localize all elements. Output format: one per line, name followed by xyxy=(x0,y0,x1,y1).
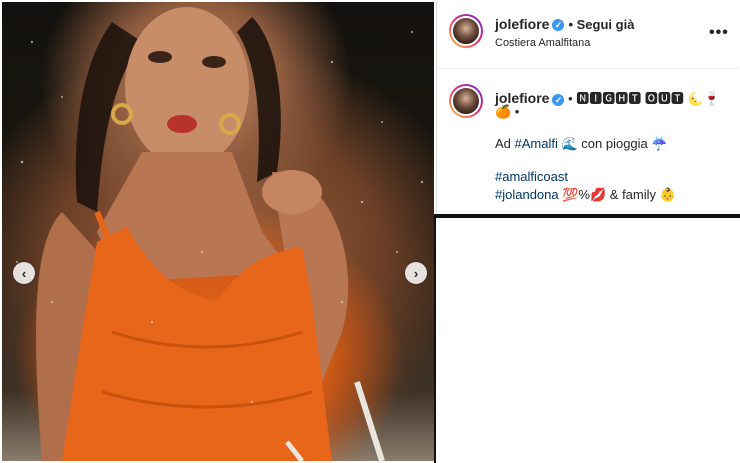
previous-photo-button[interactable]: ‹ xyxy=(13,262,35,284)
post-location[interactable]: Costiera Amalfitana xyxy=(495,37,590,49)
caption-line-4: #amalficoast xyxy=(495,169,568,184)
panel-frame-left xyxy=(434,218,436,463)
caption-text-family: 💯%💋 & family 👶 xyxy=(558,187,676,202)
post-header: jolefiore ✓ • Segui già xyxy=(495,16,634,34)
caption-line-3: Ad #Amalfi 🌊 con pioggia ☔ xyxy=(495,136,668,152)
caption-text-suffix: 🌊 con pioggia ☔ xyxy=(557,136,668,151)
caption-text-prefix: Ad xyxy=(495,136,515,151)
avatar-image xyxy=(451,16,481,46)
header-avatar[interactable] xyxy=(449,14,483,48)
panel-frame-bottom xyxy=(434,214,740,218)
hashtag-jolandona-link[interactable]: #jolandona xyxy=(495,187,559,202)
header-username[interactable]: jolefiore xyxy=(495,16,549,32)
photo-illustration xyxy=(16,7,424,461)
verified-badge-icon: ✓ xyxy=(552,18,565,31)
caption-text-1: • 🅽🅸🅶🅷🆃 🅾🆄🆃 🌜🍷 xyxy=(568,91,720,106)
caption-line-2: 🍊 • xyxy=(495,104,520,119)
chevron-right-icon: › xyxy=(413,265,419,281)
hashtag-amalfi-link[interactable]: #Amalfi xyxy=(515,136,558,151)
caption-avatar[interactable] xyxy=(449,84,483,118)
post-photo[interactable]: ‹ › xyxy=(2,2,434,461)
verified-badge-icon: ✓ xyxy=(552,93,565,106)
caption-line-1: jolefiore ✓ • 🅽🅸🅶🅷🆃 🅾🆄🆃 🌜🍷 xyxy=(495,88,720,107)
follow-status-button[interactable]: • Segui già xyxy=(568,17,634,32)
hashtag-amalficoast-link[interactable]: #amalficoast xyxy=(495,169,568,184)
avatar-image xyxy=(451,86,481,116)
post-side-panel: jolefiore ✓ • Segui già Costiera Amalfitan… xyxy=(436,2,739,214)
caption-line-5: #jolandona 💯%💋 & family 👶 xyxy=(495,187,676,203)
next-photo-button[interactable]: › xyxy=(405,262,427,284)
more-options-icon[interactable]: ••• xyxy=(709,24,729,42)
header-divider xyxy=(437,68,739,69)
chevron-left-icon: ‹ xyxy=(21,265,27,281)
